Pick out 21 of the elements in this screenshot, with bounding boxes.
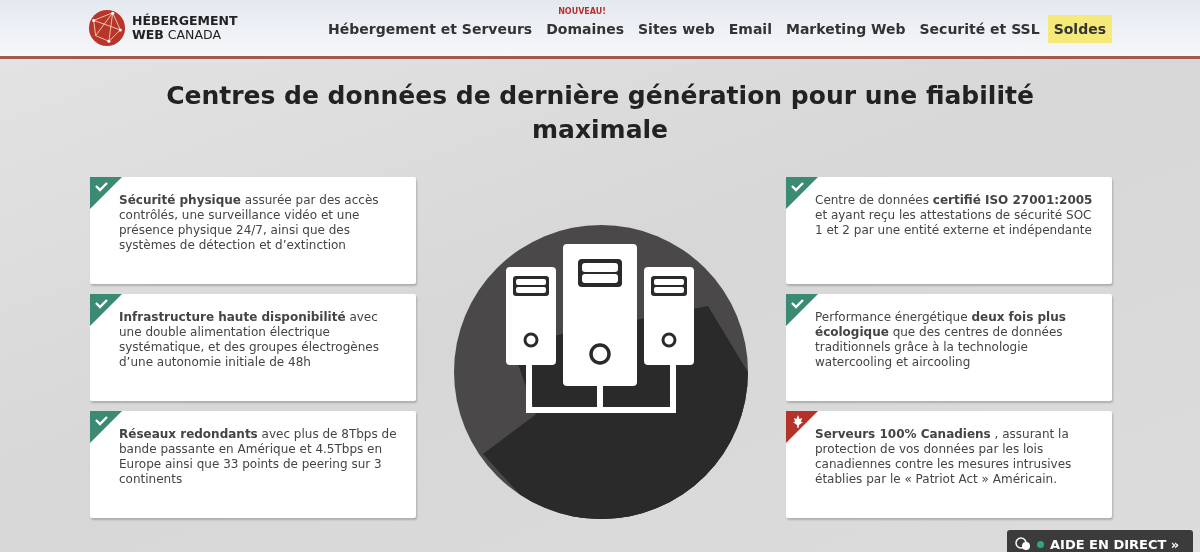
nav-link[interactable]: Sites web	[632, 14, 721, 43]
nav-link[interactable]: Hébergement et Serveurs	[322, 14, 539, 43]
logo-subtitle: WEB CANADA	[132, 28, 222, 42]
globe-logo-icon[interactable]	[88, 9, 126, 47]
nav-link[interactable]: Securité et SSL	[913, 14, 1046, 43]
nav-link[interactable]: Soldes	[1047, 14, 1112, 43]
new-label: NOUVEAU!	[558, 6, 606, 16]
chat-bubbles-icon	[1015, 537, 1031, 551]
live-help-button[interactable]: AIDE EN DIRECT »	[1007, 530, 1193, 552]
feature-description: Sécurité physique assurée par des accès contrôlés, une surveillance vidéo et une présence physique 24/7, ainsi que des systèmes de détection et d’extinction	[119, 193, 380, 253]
feature-description: Performance énergétique deux fois plus écologique que des centres de données traditionnels grâce à la technologie watercooling et aircooling	[815, 310, 1067, 370]
feature-description: Réseaux redondants avec plus de 8Tbps de bande passante en Amérique et 4.5Tbps en Europe ainsi que 33 points de peering sur 3 continents	[119, 427, 398, 487]
nav-link[interactable]: Email	[722, 14, 778, 43]
section-heading: Centres de données de dernière génération pour une fiabilité maximale	[165, 80, 1035, 146]
online-status-icon	[1037, 541, 1044, 548]
feature-description: Centre de données certifié ISO 27001:2005 et ayant reçu les attestations de sécurité SOC 1 et 2 par une entité externe et indépendante	[815, 193, 1094, 238]
feature-description: Serveurs 100% Canadiens , assurant la protection de vos données par les lois canadiennes contre les mesures intrusives établies par le « Patriot Act » Américain.	[815, 427, 1073, 487]
feature-description: Infrastructure haute disponibilité avec une double alimentation électrique systématique, et des groupes électrogènes d’une autonomie initiale de 48h	[119, 310, 380, 370]
logo-wordmark: HÉBERGEMENT	[132, 14, 238, 28]
nav-link[interactable]: Domaines	[540, 14, 631, 43]
nav-link[interactable]: Marketing Web	[779, 14, 912, 43]
